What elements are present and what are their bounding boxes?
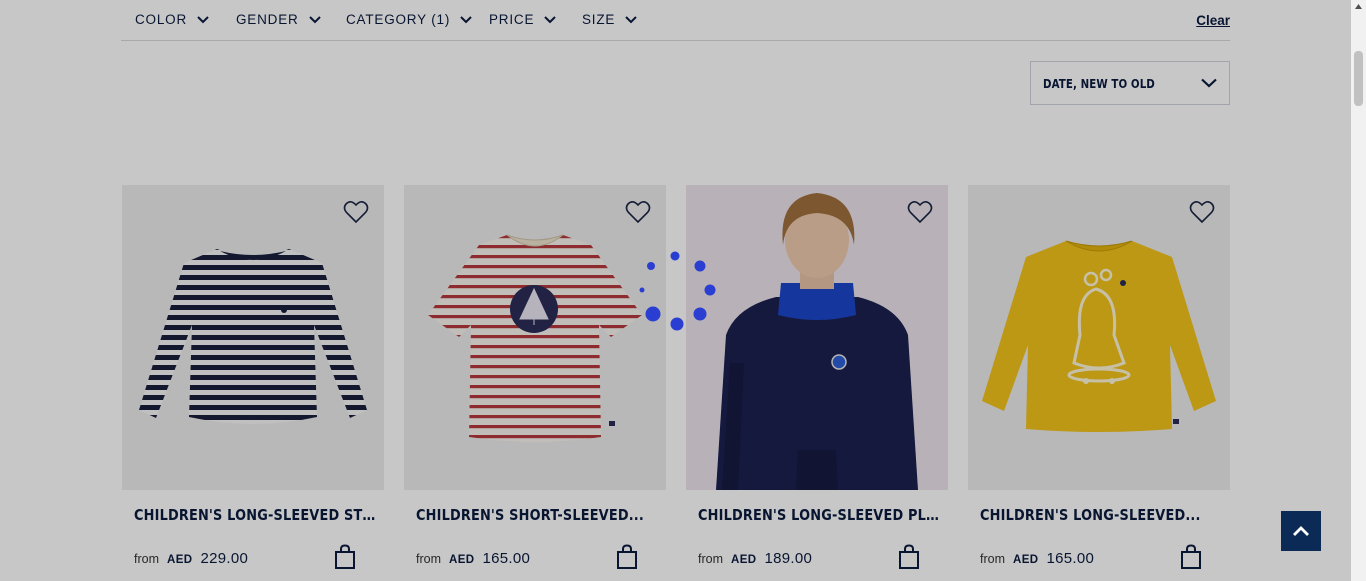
price-currency: AED bbox=[167, 554, 193, 566]
product-card[interactable]: CHILDREN'S LONG-SLEEVED... from AED 165.… bbox=[968, 185, 1230, 569]
child-model-photo bbox=[686, 185, 948, 490]
product-price: from AED 165.00 bbox=[980, 550, 1094, 567]
price-from-label: from bbox=[134, 552, 159, 566]
filter-category-label: CATEGORY (1) bbox=[346, 12, 451, 27]
product-image[interactable] bbox=[122, 185, 384, 490]
product-price: from AED 189.00 bbox=[698, 550, 812, 567]
price-from-label: from bbox=[416, 552, 441, 566]
product-price: from AED 229.00 bbox=[134, 550, 248, 567]
price-from-label: from bbox=[698, 552, 723, 566]
heart-icon[interactable] bbox=[1189, 200, 1215, 224]
price-amount: 165.00 bbox=[1046, 550, 1095, 567]
heart-icon[interactable] bbox=[343, 200, 369, 224]
price-amount: 229.00 bbox=[200, 550, 249, 567]
striped-long-sleeve-shirt-image bbox=[139, 249, 367, 424]
yellow-long-sleeve-shirt-image bbox=[982, 240, 1216, 432]
striped-short-sleeve-tshirt-image bbox=[428, 234, 642, 442]
loading-spinner-icon bbox=[639, 251, 716, 331]
filter-size-label: SIZE bbox=[582, 12, 616, 27]
filter-price[interactable]: PRICE bbox=[489, 12, 556, 27]
product-image[interactable] bbox=[404, 185, 666, 490]
price-amount: 165.00 bbox=[482, 550, 531, 567]
product-image[interactable] bbox=[686, 185, 948, 490]
chevron-down-icon bbox=[1201, 78, 1217, 88]
scroll-up-arrow-icon[interactable] bbox=[1354, 3, 1363, 11]
price-currency: AED bbox=[731, 554, 757, 566]
filter-bar: COLOR GENDER CATEGORY (1) PRICE SIZE Cle… bbox=[121, 0, 1230, 41]
clear-filters-link[interactable]: Clear bbox=[1196, 13, 1230, 28]
filter-size[interactable]: SIZE bbox=[582, 12, 637, 27]
chevron-down-icon bbox=[308, 15, 321, 23]
filter-category[interactable]: CATEGORY (1) bbox=[346, 12, 472, 27]
filter-color[interactable]: COLOR bbox=[135, 12, 209, 27]
chevron-up-icon bbox=[1293, 526, 1309, 536]
price-amount: 189.00 bbox=[764, 550, 813, 567]
chevron-down-icon bbox=[460, 15, 472, 23]
sort-selected-label: DATE, NEW TO OLD bbox=[1043, 75, 1155, 91]
shopping-bag-icon[interactable] bbox=[898, 544, 920, 570]
filter-gender[interactable]: GENDER bbox=[236, 12, 321, 27]
price-from-label: from bbox=[980, 552, 1005, 566]
filter-gender-label: GENDER bbox=[236, 12, 299, 27]
filter-color-label: COLOR bbox=[135, 12, 188, 27]
price-currency: AED bbox=[449, 554, 475, 566]
product-card[interactable]: CHILDREN'S LONG-SLEEVED PLAIN SWEATSHIRT… bbox=[686, 185, 948, 569]
page-scrollbar[interactable] bbox=[1351, 0, 1366, 581]
shopping-bag-icon[interactable] bbox=[616, 544, 638, 570]
sort-select[interactable]: DATE, NEW TO OLD bbox=[1030, 61, 1230, 105]
product-title[interactable]: CHILDREN'S LONG-SLEEVED PLAIN SWEATSHIRT bbox=[698, 506, 943, 524]
heart-icon[interactable] bbox=[907, 200, 933, 224]
product-title[interactable]: CHILDREN'S LONG-SLEEVED STRIPED T-SHIRT bbox=[134, 506, 379, 524]
product-price: from AED 165.00 bbox=[416, 550, 530, 567]
product-card[interactable]: CHILDREN'S LONG-SLEEVED STRIPED T-SHIRT … bbox=[122, 185, 384, 569]
shopping-bag-icon[interactable] bbox=[1180, 544, 1202, 570]
product-title[interactable]: CHILDREN'S LONG-SLEEVED... bbox=[980, 506, 1225, 524]
heart-icon[interactable] bbox=[625, 200, 651, 224]
product-title[interactable]: CHILDREN'S SHORT-SLEEVED... bbox=[416, 506, 661, 524]
price-currency: AED bbox=[1013, 554, 1039, 566]
chevron-down-icon bbox=[544, 15, 556, 23]
product-card[interactable]: CHILDREN'S SHORT-SLEEVED... from AED 165… bbox=[404, 185, 666, 569]
chevron-down-icon bbox=[625, 15, 637, 23]
back-to-top-button[interactable] bbox=[1281, 511, 1321, 551]
shopping-bag-icon[interactable] bbox=[334, 544, 356, 570]
product-image[interactable] bbox=[968, 185, 1230, 490]
scrollbar-thumb[interactable] bbox=[1354, 51, 1363, 106]
chevron-down-icon bbox=[197, 15, 209, 23]
filter-price-label: PRICE bbox=[489, 12, 535, 27]
